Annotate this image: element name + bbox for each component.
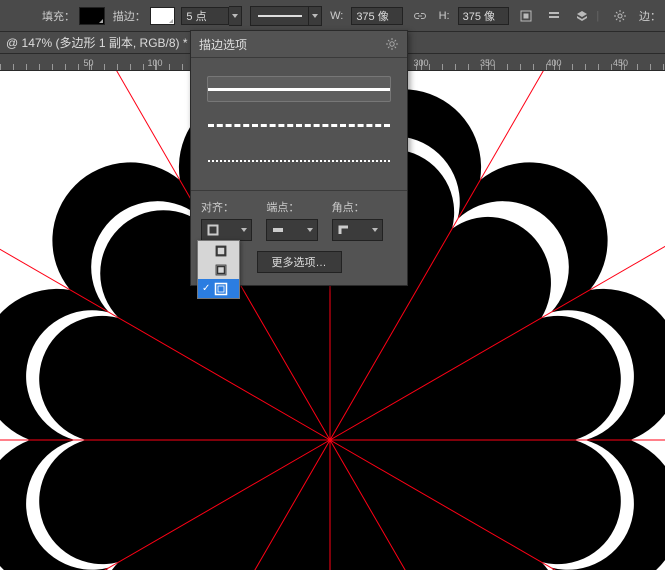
align-dropdown[interactable] bbox=[201, 219, 252, 241]
panel-title: 描边选项 bbox=[199, 36, 247, 53]
more-options-button[interactable]: 更多选项… bbox=[257, 251, 342, 273]
corners-label: 角点： bbox=[332, 199, 397, 215]
align-dropdown-list: ✓ ✓ ✓ bbox=[197, 240, 240, 299]
stroke-style-list bbox=[191, 58, 407, 191]
width-label: W: bbox=[330, 10, 343, 22]
caps-dropdown[interactable] bbox=[266, 219, 317, 241]
stroke-label: 描边： bbox=[113, 8, 146, 24]
height-field[interactable]: 375 像 bbox=[458, 7, 510, 25]
align-option-center[interactable]: ✓ bbox=[198, 241, 239, 260]
options-bar: 填充： 描边： 5 点 W: 375 像 H: 375 像 | 边： bbox=[0, 0, 665, 32]
gear-icon[interactable] bbox=[609, 5, 631, 27]
panel-menu-icon[interactable] bbox=[385, 37, 399, 51]
stroke-style-dropdown-arrow[interactable] bbox=[309, 6, 322, 26]
height-label: H: bbox=[439, 10, 450, 22]
stroke-swatch[interactable] bbox=[150, 7, 176, 25]
panel-header: 描边选项 bbox=[191, 31, 407, 58]
stroke-style-dropdown[interactable] bbox=[250, 6, 309, 26]
layers-icon[interactable] bbox=[571, 5, 593, 27]
path-arrange-icon[interactable] bbox=[543, 5, 565, 27]
stroke-width-dropdown[interactable] bbox=[229, 6, 242, 26]
path-align-icon[interactable] bbox=[515, 5, 537, 27]
stroke-style-dotted[interactable] bbox=[207, 148, 391, 174]
align-option-outside[interactable]: ✓ bbox=[198, 279, 239, 298]
link-icon[interactable] bbox=[409, 5, 431, 27]
align-label: 对齐： bbox=[201, 199, 266, 215]
fill-swatch[interactable] bbox=[79, 7, 105, 25]
fill-label: 填充： bbox=[42, 8, 75, 24]
stroke-style-dashed[interactable] bbox=[207, 112, 391, 138]
align-option-inside[interactable]: ✓ bbox=[198, 260, 239, 279]
caps-label: 端点： bbox=[266, 199, 331, 215]
edge-label: 边： bbox=[639, 8, 661, 24]
width-field[interactable]: 375 像 bbox=[351, 7, 403, 25]
separator: | bbox=[596, 10, 599, 22]
corners-dropdown[interactable] bbox=[332, 219, 383, 241]
stroke-width-field[interactable]: 5 点 bbox=[181, 7, 229, 25]
stroke-style-solid[interactable] bbox=[207, 76, 391, 102]
